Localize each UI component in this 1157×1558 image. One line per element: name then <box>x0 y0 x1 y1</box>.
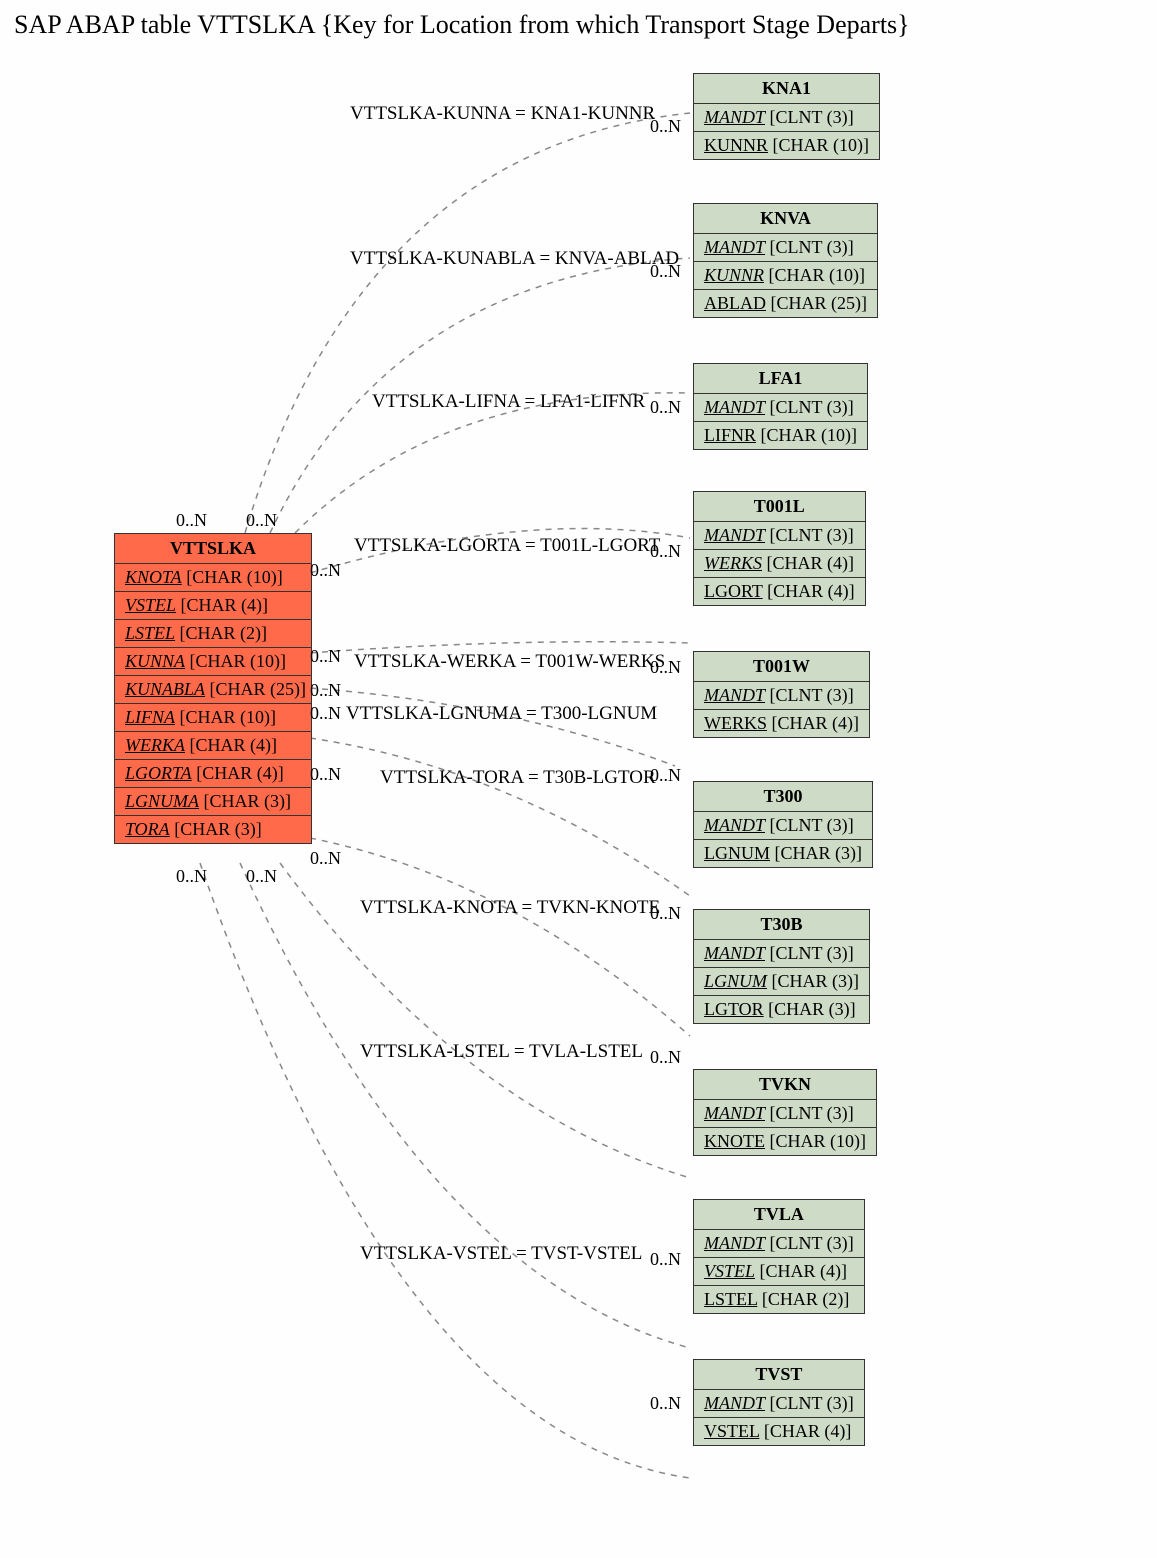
entity-header: T30B <box>694 910 869 940</box>
entity-header: VTTSLKA <box>115 534 311 564</box>
cardinality-label: 0..N <box>310 848 341 869</box>
cardinality-label: 0..N <box>650 903 681 924</box>
cardinality-label: 0..N <box>246 510 277 531</box>
diagram-canvas: VTTSLKA KNOTA [CHAR (10)] VSTEL [CHAR (4… <box>10 48 1147 1548</box>
relation-label: VTTSLKA-TORA = T30B-LGTOR <box>380 767 656 789</box>
field-row: MANDT [CLNT (3)] <box>694 1100 876 1128</box>
entity-tvla: TVLA MANDT [CLNT (3)] VSTEL [CHAR (4)] L… <box>693 1199 865 1314</box>
entity-t001l: T001L MANDT [CLNT (3)] WERKS [CHAR (4)] … <box>693 491 866 606</box>
field-row: MANDT [CLNT (3)] <box>694 394 867 422</box>
field-row: MANDT [CLNT (3)] <box>694 1390 864 1418</box>
field-row: MANDT [CLNT (3)] <box>694 1230 864 1258</box>
cardinality-label: 0..N <box>650 657 681 678</box>
field-row: MANDT [CLNT (3)] <box>694 682 869 710</box>
field-row: KUNABLA [CHAR (25)] <box>115 676 311 704</box>
field-row: LIFNR [CHAR (10)] <box>694 422 867 449</box>
field-row: LIFNA [CHAR (10)] <box>115 704 311 732</box>
cardinality-label: 0..N <box>310 646 341 667</box>
cardinality-label: 0..N <box>310 703 341 724</box>
entity-knva: KNVA MANDT [CLNT (3)] KUNNR [CHAR (10)] … <box>693 203 878 318</box>
cardinality-label: 0..N <box>310 680 341 701</box>
relation-label: VTTSLKA-VSTEL = TVST-VSTEL <box>360 1243 642 1265</box>
page-title: SAP ABAP table VTTSLKA {Key for Location… <box>14 10 1147 40</box>
field-row: WERKS [CHAR (4)] <box>694 550 865 578</box>
entity-header: TVST <box>694 1360 864 1390</box>
cardinality-label: 0..N <box>650 397 681 418</box>
entity-t30b: T30B MANDT [CLNT (3)] LGNUM [CHAR (3)] L… <box>693 909 870 1024</box>
relation-label: VTTSLKA-KNOTA = TVKN-KNOTE <box>360 897 660 919</box>
field-row: KUNNR [CHAR (10)] <box>694 132 879 159</box>
field-row: LSTEL [CHAR (2)] <box>115 620 311 648</box>
field-row: LSTEL [CHAR (2)] <box>694 1286 864 1313</box>
field-row: MANDT [CLNT (3)] <box>694 522 865 550</box>
relation-label: VTTSLKA-KUNABLA = KNVA-ABLAD <box>350 248 679 270</box>
field-row: LGORTA [CHAR (4)] <box>115 760 311 788</box>
relation-label: VTTSLKA-LGNUMA = T300-LGNUM <box>346 703 657 725</box>
cardinality-label: 0..N <box>310 764 341 785</box>
cardinality-label: 0..N <box>650 1047 681 1068</box>
field-row: MANDT [CLNT (3)] <box>694 812 872 840</box>
field-row: VSTEL [CHAR (4)] <box>694 1418 864 1445</box>
cardinality-label: 0..N <box>650 1393 681 1414</box>
cardinality-label: 0..N <box>650 261 681 282</box>
field-row: MANDT [CLNT (3)] <box>694 940 869 968</box>
field-row: WERKA [CHAR (4)] <box>115 732 311 760</box>
entity-tvkn: TVKN MANDT [CLNT (3)] KNOTE [CHAR (10)] <box>693 1069 877 1156</box>
relation-label: VTTSLKA-LSTEL = TVLA-LSTEL <box>360 1041 643 1063</box>
field-row: LGNUM [CHAR (3)] <box>694 968 869 996</box>
cardinality-label: 0..N <box>246 866 277 887</box>
cardinality-label: 0..N <box>176 510 207 531</box>
field-row: LGORT [CHAR (4)] <box>694 578 865 605</box>
entity-lfa1: LFA1 MANDT [CLNT (3)] LIFNR [CHAR (10)] <box>693 363 868 450</box>
cardinality-label: 0..N <box>650 116 681 137</box>
field-row: MANDT [CLNT (3)] <box>694 234 877 262</box>
relation-label: VTTSLKA-KUNNA = KNA1-KUNNR <box>350 103 655 125</box>
field-row: LGNUM [CHAR (3)] <box>694 840 872 867</box>
entity-t300: T300 MANDT [CLNT (3)] LGNUM [CHAR (3)] <box>693 781 873 868</box>
field-row: KNOTE [CHAR (10)] <box>694 1128 876 1155</box>
cardinality-label: 0..N <box>650 1249 681 1270</box>
field-row: WERKS [CHAR (4)] <box>694 710 869 737</box>
cardinality-label: 0..N <box>176 866 207 887</box>
entity-header: TVLA <box>694 1200 864 1230</box>
relation-label: VTTSLKA-LGORTA = T001L-LGORT <box>354 535 660 557</box>
relation-label: VTTSLKA-WERKA = T001W-WERKS <box>354 651 665 673</box>
field-row: ABLAD [CHAR (25)] <box>694 290 877 317</box>
entity-header: TVKN <box>694 1070 876 1100</box>
entity-header: LFA1 <box>694 364 867 394</box>
entity-header: T001L <box>694 492 865 522</box>
cardinality-label: 0..N <box>310 560 341 581</box>
field-row: KNOTA [CHAR (10)] <box>115 564 311 592</box>
cardinality-label: 0..N <box>650 765 681 786</box>
entity-t001w: T001W MANDT [CLNT (3)] WERKS [CHAR (4)] <box>693 651 870 738</box>
cardinality-label: 0..N <box>650 541 681 562</box>
field-row: KUNNR [CHAR (10)] <box>694 262 877 290</box>
relation-label: VTTSLKA-LIFNA = LFA1-LIFNR <box>372 391 645 413</box>
entity-header: T300 <box>694 782 872 812</box>
entity-header: KNA1 <box>694 74 879 104</box>
entity-vttslka: VTTSLKA KNOTA [CHAR (10)] VSTEL [CHAR (4… <box>114 533 312 844</box>
field-row: TORA [CHAR (3)] <box>115 816 311 843</box>
field-row: VSTEL [CHAR (4)] <box>115 592 311 620</box>
entity-kna1: KNA1 MANDT [CLNT (3)] KUNNR [CHAR (10)] <box>693 73 880 160</box>
field-row: LGTOR [CHAR (3)] <box>694 996 869 1023</box>
field-row: KUNNA [CHAR (10)] <box>115 648 311 676</box>
entity-header: KNVA <box>694 204 877 234</box>
entity-tvst: TVST MANDT [CLNT (3)] VSTEL [CHAR (4)] <box>693 1359 865 1446</box>
field-row: MANDT [CLNT (3)] <box>694 104 879 132</box>
field-row: VSTEL [CHAR (4)] <box>694 1258 864 1286</box>
entity-header: T001W <box>694 652 869 682</box>
field-row: LGNUMA [CHAR (3)] <box>115 788 311 816</box>
